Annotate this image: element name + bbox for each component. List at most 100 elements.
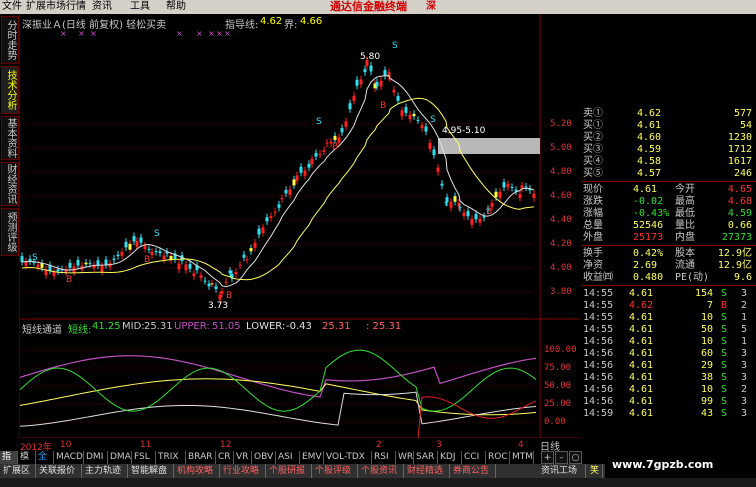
candle-body — [318, 153, 322, 155]
tick-row: 14:55 4.61 154 S 3 — [581, 288, 756, 300]
menu-extended-market[interactable]: 扩展市场行情 — [26, 0, 86, 14]
indicator-tab-kdj[interactable]: KDJ — [438, 451, 462, 464]
candle-body — [449, 201, 453, 208]
tab-intraday[interactable]: 分时走势 — [1, 16, 19, 64]
reset-button[interactable]: ○ — [569, 451, 582, 464]
nav-tab[interactable]: 关联报价 — [36, 464, 82, 478]
nav-tab[interactable]: 扩展区 — [0, 464, 36, 478]
indicator-tab-trix[interactable]: TRIX — [156, 451, 186, 464]
candle-body — [325, 142, 329, 144]
nav-tab[interactable]: 财经精选 — [404, 464, 450, 478]
indicator-name: 短线通道 — [22, 325, 62, 336]
price-tick: 4.80 — [550, 167, 572, 177]
indicator-tab-emv[interactable]: EMV — [300, 451, 324, 464]
indicator-tab-macd[interactable]: MACD — [54, 451, 84, 464]
star-marker: × — [216, 29, 223, 38]
candle-body — [420, 125, 424, 129]
nav-tab[interactable]: 主力轨迹 — [82, 464, 128, 478]
kline-chart[interactable]: S B S B B S B S B S B × × × × × × × × 深振业Ａ(日线 前复权) 轻松买卖 指导… — [20, 14, 580, 453]
indicator-tab-cci[interactable]: CCI — [462, 451, 486, 464]
nav-tab[interactable]: 个股研报 — [266, 464, 312, 478]
candle-body — [273, 211, 277, 213]
menu-help[interactable]: 帮助 — [166, 0, 186, 14]
nav-smile[interactable]: 笑 — [587, 464, 603, 478]
high-annotation: 5.80 — [360, 52, 381, 62]
ind-tick: 0.00 — [544, 417, 566, 427]
indicator-tab-vr[interactable]: VR — [234, 451, 252, 464]
tab-technical-analysis[interactable]: 技术分析 — [1, 66, 19, 114]
short-label: 短线: — [68, 325, 92, 336]
ob-label: 买⑤ — [583, 168, 603, 179]
menu-file[interactable]: 文件 — [2, 0, 22, 14]
tick-price: 4.61 — [629, 336, 654, 347]
short-line-red — [417, 396, 537, 438]
indicator-tab-dmi[interactable]: DMI — [84, 451, 108, 464]
nav-tab[interactable]: 个股评级 — [312, 464, 358, 478]
stat-value: 52546 — [633, 220, 664, 231]
candle-body — [498, 191, 502, 198]
stat-row: 涨跌 -0.02 最高 4.68 — [581, 196, 756, 208]
tick-count: 1 — [741, 336, 748, 347]
indicator-tab-voltdx[interactable]: VOL-TDX — [324, 451, 372, 464]
candle-body — [199, 275, 203, 278]
tab-basic-info[interactable]: 基本资料 — [1, 116, 19, 160]
tab-finance-news[interactable]: 财经资讯 — [1, 162, 19, 206]
order-book-row: 买④ 4.58 1617 — [581, 156, 756, 168]
tick-side: S — [721, 336, 728, 347]
indicator-tab-obv[interactable]: OBV — [252, 451, 276, 464]
ob-label: 买① — [583, 120, 603, 131]
ob-volume: 54 — [739, 120, 752, 131]
stat-row: 外盘 25173 内盘 27373 — [581, 232, 756, 244]
zoom-out-button[interactable]: - — [555, 451, 568, 464]
candle-body — [369, 65, 373, 72]
fund-value: 12.9亿 — [717, 248, 752, 259]
nav-tab[interactable]: 券商公告 — [450, 464, 496, 478]
tick-price: 4.61 — [629, 408, 654, 419]
indicator-tab-asi[interactable]: ASI — [276, 451, 300, 464]
zoom-in-button[interactable]: + — [541, 451, 554, 464]
indicator-tab-dma[interactable]: DMA — [108, 451, 132, 464]
menu-tools[interactable]: 工具 — [130, 0, 150, 14]
tick-time: 14:55 — [583, 324, 614, 335]
ob-label: 买④ — [583, 156, 603, 167]
menu-news[interactable]: 资讯 — [92, 0, 112, 14]
indicator-tab-roc[interactable]: ROC — [486, 451, 510, 464]
indicator-tab-wr[interactable]: WR — [396, 451, 414, 464]
chart-canvas[interactable]: SBSBBSBSBSB× × × × × × × × — [20, 14, 580, 438]
nav-tab[interactable]: 智能解盘 — [128, 464, 174, 478]
resistance-zone — [438, 138, 540, 154]
period-selector[interactable]: 日线 — [540, 438, 580, 453]
tick-time: 14:59 — [583, 408, 614, 419]
indicator-tab-brar[interactable]: BRAR — [186, 451, 216, 464]
price-tick: 4.60 — [550, 191, 572, 201]
nav-tab[interactable]: 个股资讯 — [358, 464, 404, 478]
candle-body — [210, 283, 214, 285]
nav-tab[interactable]: 行业攻略 — [220, 464, 266, 478]
candlesticks — [20, 56, 536, 304]
date-tick: 10 — [60, 440, 72, 450]
candle-body — [453, 196, 457, 202]
tick-row: 14:59 4.61 43 S 3 — [581, 408, 756, 420]
stat-value: -0.02 — [633, 196, 664, 207]
indicator-tab-cr[interactable]: CR — [216, 451, 234, 464]
candle-body — [265, 217, 269, 222]
indicator-tab-rsi[interactable]: RSI — [372, 451, 396, 464]
zone-annotation: 4.95-5.10 — [442, 126, 486, 136]
buy-signal-marker: B — [144, 255, 150, 265]
candle-body — [88, 263, 92, 265]
nav-tab[interactable]: 机构攻略 — [174, 464, 220, 478]
extra-value-1: 25.31 — [322, 321, 351, 332]
indicator-tab-sar[interactable]: SAR — [414, 451, 438, 464]
bottom-nav-bar: 扩展区 关联报价 主力轨迹 智能解盘 机构攻略 行业攻略 个股研报 个股评级 个股资讯 财经精选券… — [0, 464, 605, 478]
indicator-tab-mtm[interactable]: MTM — [510, 451, 534, 464]
candle-body — [295, 175, 299, 181]
separator — [581, 245, 756, 246]
ob-price: 4.61 — [637, 120, 662, 131]
indicator-tab-fsl[interactable]: FSL — [132, 451, 156, 464]
tab-forecast-rating[interactable]: 预测评级 — [1, 208, 19, 256]
tick-price: 4.61 — [629, 324, 654, 335]
ind-tick: 25.00 — [544, 399, 572, 409]
stat-value: 4.59 — [727, 208, 752, 219]
nav-news-factory[interactable]: 资讯工场 — [538, 464, 586, 478]
tick-side: S — [721, 408, 728, 419]
